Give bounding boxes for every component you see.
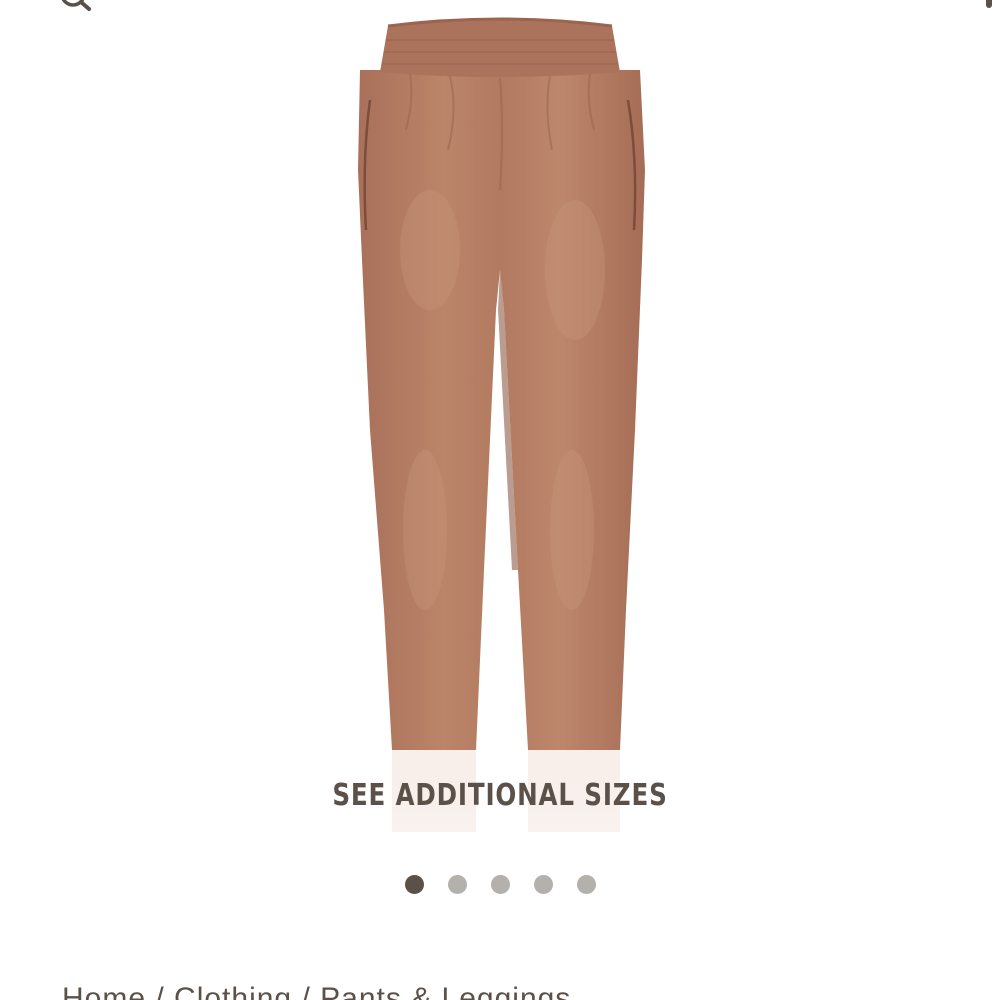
- carousel-dot-4[interactable]: [533, 875, 553, 894]
- carousel-dot-3[interactable]: [490, 875, 510, 894]
- see-additional-sizes-link[interactable]: SEE ADDITIONAL SIZES: [90, 778, 910, 813]
- breadcrumb: Home / Clothing / Pants & Leggings: [62, 982, 571, 1000]
- carousel-pagination: [0, 875, 1000, 894]
- breadcrumb-item-pants-leggings[interactable]: Pants & Leggings: [320, 982, 571, 1000]
- breadcrumb-separator: /: [146, 982, 175, 1000]
- breadcrumb-separator: /: [292, 982, 321, 1000]
- carousel-dot-5[interactable]: [576, 875, 596, 894]
- carousel-dot-1[interactable]: [404, 875, 424, 894]
- product-page: SEE ADDITIONAL SIZES Home / Clothing / P…: [0, 0, 1000, 1000]
- product-image[interactable]: [340, 10, 660, 840]
- breadcrumb-item-clothing[interactable]: Clothing: [174, 982, 292, 1000]
- breadcrumb-item-home[interactable]: Home: [62, 982, 146, 1000]
- menu-icon[interactable]: [974, 0, 1000, 10]
- carousel-dot-2[interactable]: [447, 875, 467, 894]
- search-icon[interactable]: [55, 0, 95, 14]
